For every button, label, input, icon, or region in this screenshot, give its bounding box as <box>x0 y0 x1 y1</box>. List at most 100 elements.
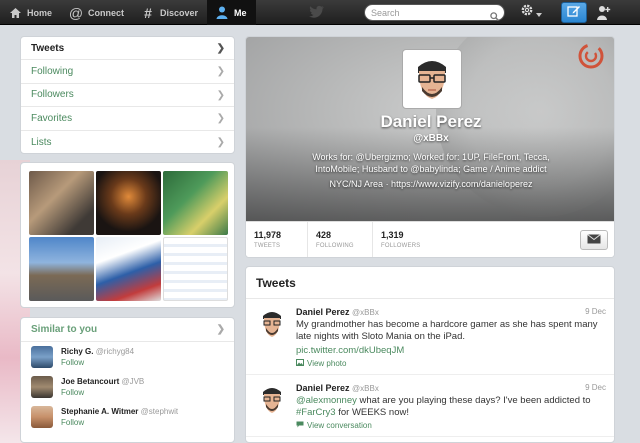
suggested-user[interactable]: Joe Betancourt @JVB Follow <box>21 372 234 402</box>
nav-me[interactable]: Me <box>207 0 256 25</box>
nav-home-label: Home <box>27 7 53 18</box>
avatar-illustration-icon <box>406 53 458 105</box>
follow-link[interactable]: Follow <box>61 387 144 398</box>
envelope-icon <box>587 231 601 249</box>
menu-item-following[interactable]: Following ❯ <box>21 60 234 84</box>
tweet-date[interactable]: 9 Dec <box>585 307 606 316</box>
chevron-right-icon: ❯ <box>216 89 225 101</box>
photo-thumbnail[interactable] <box>96 171 161 235</box>
photo-thumbnail[interactable] <box>29 237 94 301</box>
nav-discover-label: Discover <box>160 7 199 18</box>
profile-name: Daniel Perez <box>380 112 482 131</box>
tweet-link[interactable]: pic.twitter.com/dkUbeqJM <box>296 345 404 356</box>
suggested-user[interactable]: Stephanie A. Witmer @stephwit Follow <box>21 402 234 432</box>
user-name[interactable]: Joe Betancourt <box>61 377 119 386</box>
hash-icon: # <box>144 4 152 21</box>
similar-header[interactable]: Similar to you ❯ <box>21 318 234 342</box>
avatar[interactable] <box>260 309 284 339</box>
photo-thumbnail[interactable] <box>96 237 161 301</box>
photo-thumbnail[interactable] <box>163 237 228 301</box>
nav-discover[interactable]: # Discover <box>133 0 207 25</box>
avatar[interactable] <box>31 406 53 428</box>
top-bar: Home @ Connect # Discover Me <box>0 0 640 25</box>
profile-handle: @xBBx <box>413 133 449 144</box>
stat-following[interactable]: 428 FOLLOWING <box>308 222 373 257</box>
nav-home[interactable]: Home <box>0 0 61 25</box>
chevron-down-icon <box>536 4 542 22</box>
view-conversation-link[interactable]: View conversation <box>296 421 604 430</box>
direct-message-button[interactable] <box>580 230 608 250</box>
menu-item-favorites[interactable]: Favorites ❯ <box>21 107 234 131</box>
stat-value: 1,319 <box>381 230 404 240</box>
avatar[interactable] <box>31 376 53 398</box>
avatar[interactable] <box>260 385 284 415</box>
menu-item-label: Followers <box>31 89 74 101</box>
profile-avatar[interactable] <box>402 49 462 109</box>
menu-item-lists[interactable]: Lists ❯ <box>21 131 234 153</box>
view-photo-label: View photo <box>307 359 347 368</box>
tweet-date[interactable]: 9 Dec <box>585 383 606 392</box>
swirl-logo-icon <box>576 41 606 76</box>
tweet-author-handle: @xBBx <box>352 308 379 317</box>
tweets-timeline: Tweets Daniel Perez @xBBx 9 Dec My grand… <box>245 266 615 443</box>
suggested-user[interactable]: Richy G. @richyg84 Follow <box>21 342 234 372</box>
nav-connect[interactable]: @ Connect <box>61 0 133 25</box>
person-icon <box>215 6 229 20</box>
profile-menu-icon[interactable] <box>597 5 611 25</box>
compose-tweet-button[interactable] <box>561 2 587 23</box>
tweet-mention[interactable]: @alexmonney <box>296 395 357 406</box>
menu-item-tweets[interactable]: Tweets ❯ <box>21 37 234 61</box>
stat-followers[interactable]: 1,319 FOLLOWERS <box>373 222 440 257</box>
chevron-right-icon: ❯ <box>216 324 225 335</box>
tweet-hashtag[interactable]: #FarCry3 <box>296 407 336 418</box>
view-photo-link[interactable]: View photo <box>296 359 604 368</box>
tweet[interactable]: Daniel Perez @xBBx 9 Dec My grandmother … <box>246 299 614 375</box>
nav-connect-label: Connect <box>88 7 125 18</box>
stat-value: 11,978 <box>254 230 282 240</box>
similar-to-you-panel: Similar to you ❯ Richy G. @richyg84 Foll… <box>20 317 235 443</box>
at-icon: @ <box>68 4 84 21</box>
user-handle: @stephwit <box>140 407 179 416</box>
profile-stats: 11,978 TWEETS 428 FOLLOWING 1,319 FOLLOW… <box>246 221 614 257</box>
chevron-right-icon: ❯ <box>216 113 225 125</box>
stat-tweets[interactable]: 11,978 TWEETS <box>246 222 308 257</box>
user-name[interactable]: Richy G. <box>61 347 93 356</box>
profile-nav-menu: Tweets ❯ Following ❯ Followers ❯ Favorit… <box>20 36 235 154</box>
follow-link[interactable]: Follow <box>61 357 134 368</box>
search-input[interactable] <box>371 7 481 18</box>
compose-icon <box>567 4 581 22</box>
profile-bio-line: Works for: @Ubergizmo; Worked for: 1UP, … <box>312 152 550 162</box>
home-icon <box>8 6 22 20</box>
user-handle: @richyg84 <box>95 347 135 356</box>
tweet-text-part: for WEEKS now! <box>335 407 409 418</box>
tweet-author-handle: @xBBx <box>352 384 379 393</box>
stat-label: TWEETS <box>254 243 281 249</box>
similar-title: Similar to you <box>31 324 98 335</box>
tweet[interactable]: Daniel Perez @xBBx 9 Dec @alexmonney wha… <box>246 375 614 437</box>
menu-item-label: Lists <box>31 136 52 148</box>
photo-thumbnail[interactable] <box>29 171 94 235</box>
photo-icon <box>296 359 304 368</box>
menu-item-followers[interactable]: Followers ❯ <box>21 84 234 108</box>
chevron-right-icon: ❯ <box>216 136 225 148</box>
profile-location-url[interactable]: NYC/NJ Area · https://www.vizify.com/dan… <box>246 179 614 189</box>
tweet-text-part: what are you playing these days? I've be… <box>356 395 591 406</box>
avatar[interactable] <box>31 346 53 368</box>
photo-thumbnail[interactable] <box>163 171 228 235</box>
tweet-author-name[interactable]: Daniel Perez <box>296 383 350 393</box>
chevron-right-icon: ❯ <box>216 66 225 78</box>
search-icon[interactable] <box>490 8 499 26</box>
search-box[interactable] <box>364 4 505 21</box>
user-name[interactable]: Stephanie A. Witmer <box>61 407 138 416</box>
twitter-bird-icon[interactable] <box>309 5 325 19</box>
settings-menu[interactable] <box>520 4 548 21</box>
follow-link[interactable]: Follow <box>61 417 178 428</box>
menu-item-label: Following <box>31 66 74 78</box>
gear-icon <box>520 3 534 22</box>
stat-label: FOLLOWING <box>316 243 354 249</box>
profile-bio: Works for: @Ubergizmo; Worked for: 1UP, … <box>291 151 571 175</box>
menu-item-label: Tweets <box>31 42 65 54</box>
tweets-title: Tweets <box>246 267 614 299</box>
profile-header-card: Daniel Perez @xBBx Works for: @Ubergizmo… <box>245 36 615 258</box>
tweet-author-name[interactable]: Daniel Perez <box>296 307 350 317</box>
